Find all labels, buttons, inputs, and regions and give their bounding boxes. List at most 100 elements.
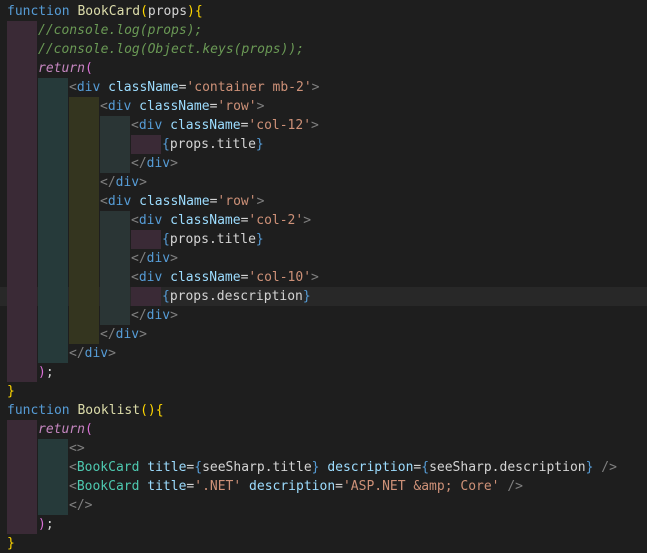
code-token: props.description [169,289,303,304]
code-text: {props.title} [162,135,264,154]
code-line[interactable]: return( [0,420,647,439]
indent-guide [69,135,99,154]
code-editor[interactable]: function BookCard(props){//console.log(p… [0,0,647,553]
code-line[interactable]: //console.log(Object.keys(props)); [0,40,647,59]
code-token: className [170,213,241,228]
code-text: <div className='col-10'> [131,268,319,287]
indent-guide [38,306,68,325]
code-token: { [194,460,203,475]
code-line[interactable]: </div> [0,249,647,268]
indent-guide [69,211,99,230]
indent-guide [38,230,68,249]
indent-guide [69,230,99,249]
current-code-line[interactable]: {props.description} [0,287,647,306]
code-token: </ [69,346,85,361]
code-token: div [138,118,163,133]
code-line[interactable]: <div className='row'> [0,192,647,211]
code-token: div [115,327,140,342]
code-token: ){ [187,4,203,19]
code-token: div [138,270,163,285]
code-token: ( [84,422,93,437]
code-line[interactable]: <div className='container mb-2'> [0,78,647,97]
code-token: < [131,118,139,133]
code-token: > [139,327,147,342]
code-token: < [69,460,77,475]
code-text: <div className='container mb-2'> [69,78,319,97]
code-token: > [170,308,178,323]
code-line[interactable]: {props.title} [0,230,647,249]
indent-guide [69,268,99,287]
code-token: 'row' [217,99,257,114]
code-token: </ [131,156,147,171]
code-token: return [38,61,85,76]
code-line[interactable]: //console.log(props); [0,21,647,40]
code-text: return( [38,59,93,78]
code-line[interactable]: ); [0,363,647,382]
code-token: className [170,270,241,285]
code-line[interactable]: {props.title} [0,135,647,154]
code-token: div [146,308,171,323]
code-line[interactable]: <div className='col-10'> [0,268,647,287]
code-text: ); [38,515,54,534]
code-line[interactable]: <BookCard title={seeSharp.title} descrip… [0,458,647,477]
indent-guide [7,306,37,325]
code-token: ) [38,517,46,532]
code-text: <BookCard title='.NET' description='ASP.… [69,477,523,496]
code-text: function Booklist(){ [7,401,164,420]
code-line[interactable]: </div> [0,154,647,173]
indent-guide [7,230,37,249]
code-token: /> [601,460,617,475]
indent-guide [38,192,68,211]
code-line[interactable]: } [0,382,647,401]
code-token: > [108,346,116,361]
code-line[interactable]: </> [0,496,647,515]
code-token: > [139,175,147,190]
code-line[interactable]: </div> [0,306,647,325]
code-token: //console.log(Object.keys(props)); [38,42,305,57]
indent-guide [69,116,99,135]
code-line[interactable]: <div className='row'> [0,97,647,116]
code-token: } [7,536,15,551]
code-token: > [311,270,319,285]
code-line[interactable]: return( [0,59,647,78]
indent-guide [7,59,37,78]
code-token: < [100,194,108,209]
indent-guide [69,306,99,325]
code-line[interactable]: <div className='col-12'> [0,116,647,135]
code-line[interactable]: ); [0,515,647,534]
indent-guide [131,135,161,154]
code-line[interactable]: </div> [0,344,647,363]
code-token: props.title [169,137,256,152]
code-text: //console.log(props); [38,21,202,40]
code-token: BookCard [77,4,141,19]
code-line[interactable]: </div> [0,173,647,192]
indent-guide [7,439,37,458]
code-token: ( [140,4,148,19]
code-token: </ [100,175,116,190]
code-line[interactable]: </div> [0,325,647,344]
code-token: 'col-10' [248,270,312,285]
code-token: div [84,346,109,361]
code-line[interactable]: function BookCard(props){ [0,2,647,21]
indent-guide [38,249,68,268]
indent-guide [7,173,37,192]
code-line[interactable]: <BookCard title='.NET' description='ASP.… [0,477,647,496]
indent-guide [38,477,68,496]
code-line[interactable]: <div className='col-2'> [0,211,647,230]
code-token: function [7,403,70,418]
indent-guide [7,344,37,363]
indent-guide [69,173,99,192]
code-line[interactable]: <> [0,439,647,458]
code-line[interactable]: function Booklist(){ [0,401,647,420]
indent-guide [7,116,37,135]
code-token: > [256,194,265,209]
code-text: ); [38,363,54,382]
code-token: } [302,289,311,304]
indent-guide [38,78,68,97]
code-token: < [69,479,77,494]
code-line[interactable]: } [0,534,647,553]
code-token: { [162,137,170,152]
code-token: props [147,4,188,19]
